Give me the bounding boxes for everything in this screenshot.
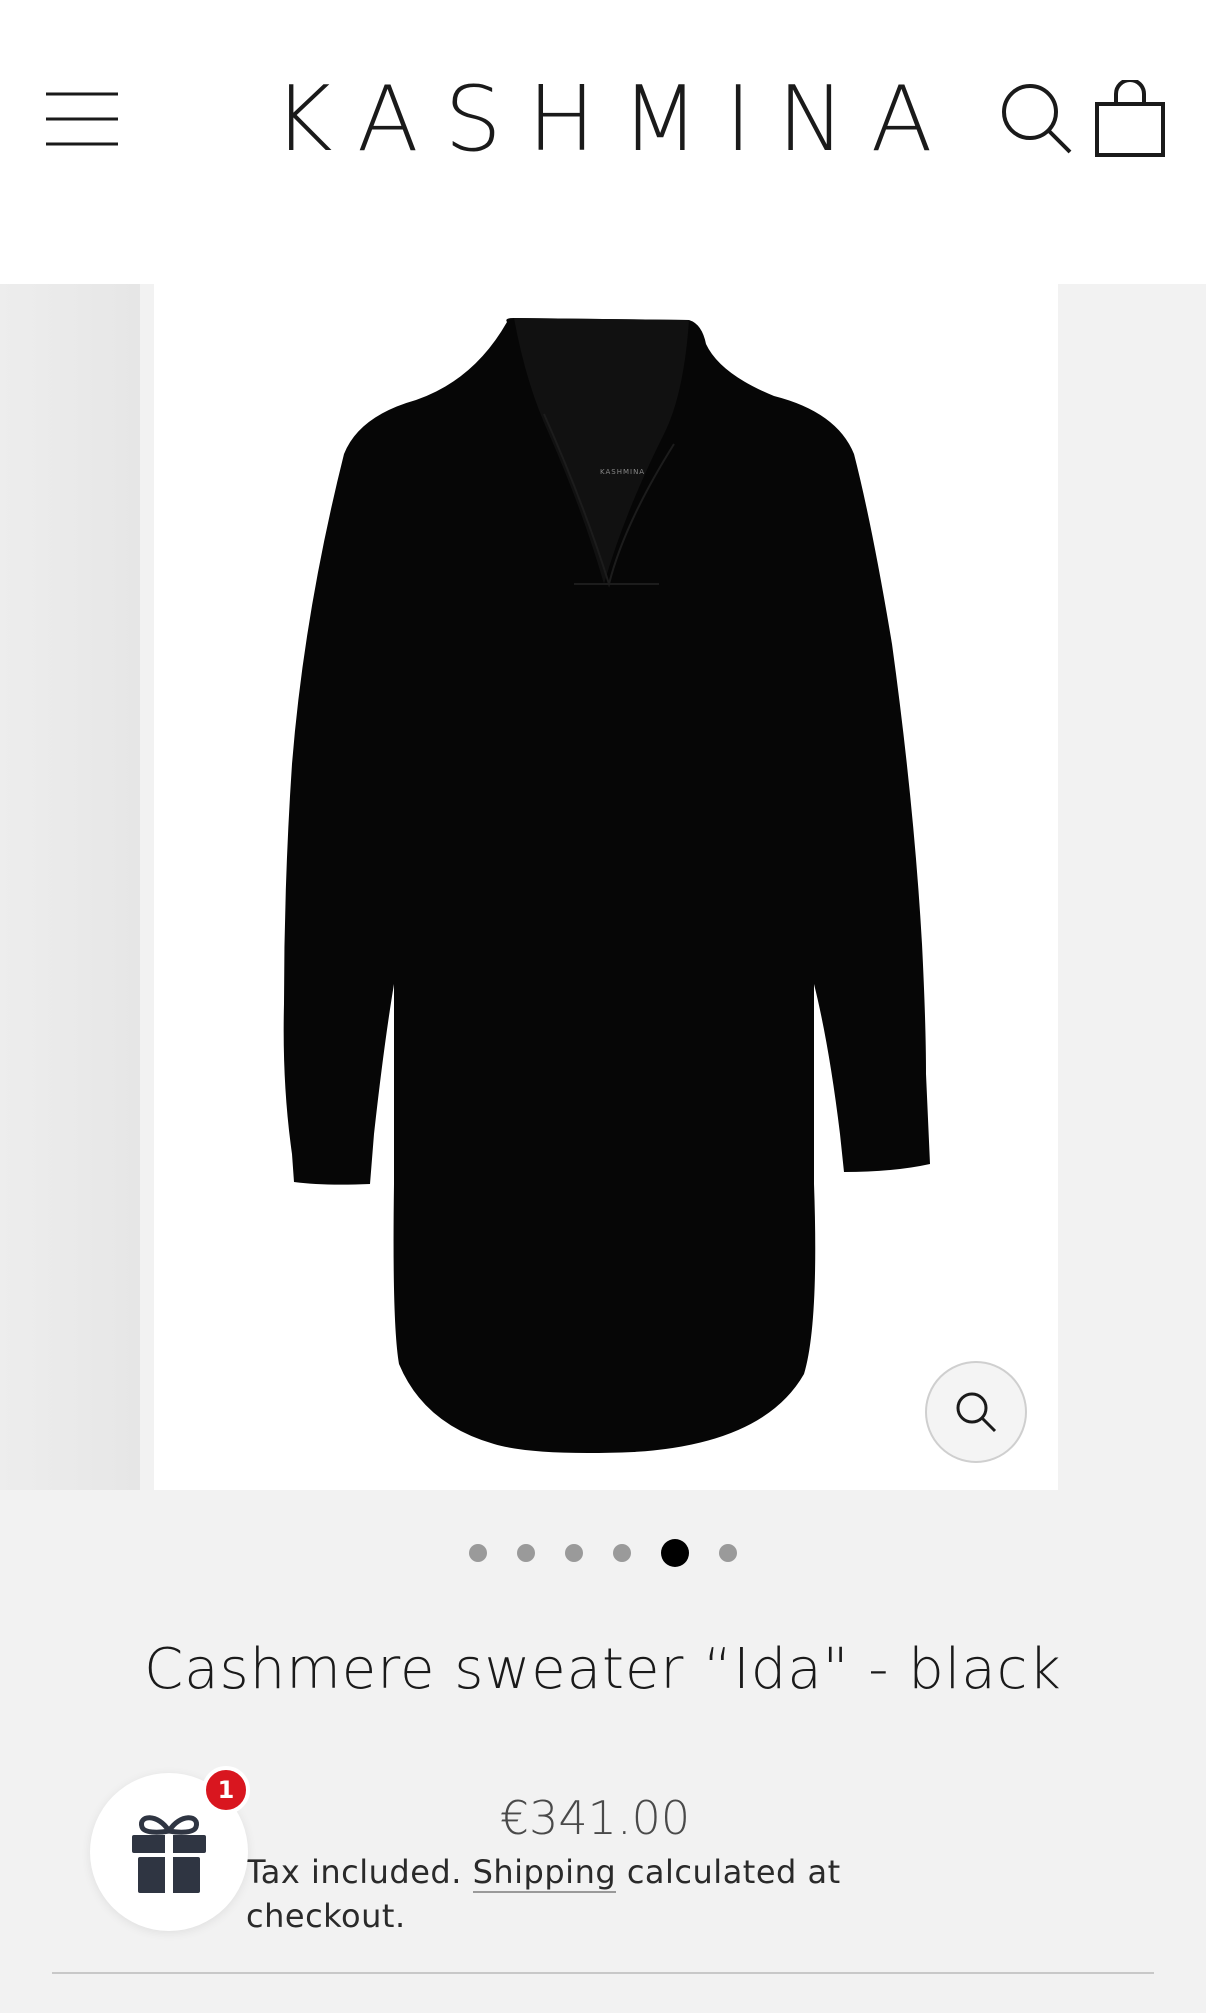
previous-slide-peek[interactable]	[0, 284, 140, 1490]
product-image[interactable]: KASHMINA	[154, 284, 1058, 1490]
garment-label-text: KASHMINA	[600, 468, 645, 476]
pagination-dot-6[interactable]	[719, 1544, 737, 1562]
zoom-button[interactable]	[925, 1361, 1027, 1463]
shipping-link[interactable]: Shipping	[472, 1853, 617, 1893]
next-slide-peek[interactable]	[1058, 284, 1206, 1490]
pagination-dot-1[interactable]	[469, 1544, 487, 1562]
zoom-search-icon	[956, 1392, 997, 1433]
gallery-pagination	[0, 1538, 1206, 1568]
pagination-dot-5-active[interactable]	[661, 1539, 689, 1567]
pagination-dot-4[interactable]	[613, 1544, 631, 1562]
gift-icon	[132, 1815, 206, 1893]
shopping-bag-icon[interactable]	[1094, 80, 1166, 158]
section-divider	[52, 1972, 1154, 1974]
tax-shipping-note: Tax included. Shipping calculated at che…	[246, 1850, 1006, 1938]
product-title: Cashmere sweater “Ida" - black	[144, 1637, 1062, 1702]
product-gallery[interactable]: KASHMINA	[0, 284, 1206, 1490]
pagination-dot-2[interactable]	[517, 1544, 535, 1562]
tax-text: Tax included.	[246, 1853, 473, 1891]
site-header: KASHMINA	[0, 0, 1206, 284]
sweater-image: KASHMINA	[283, 318, 930, 1453]
search-icon[interactable]	[1000, 82, 1074, 156]
pagination-dot-3[interactable]	[565, 1544, 583, 1562]
gift-notification-badge: 1	[202, 1766, 250, 1814]
